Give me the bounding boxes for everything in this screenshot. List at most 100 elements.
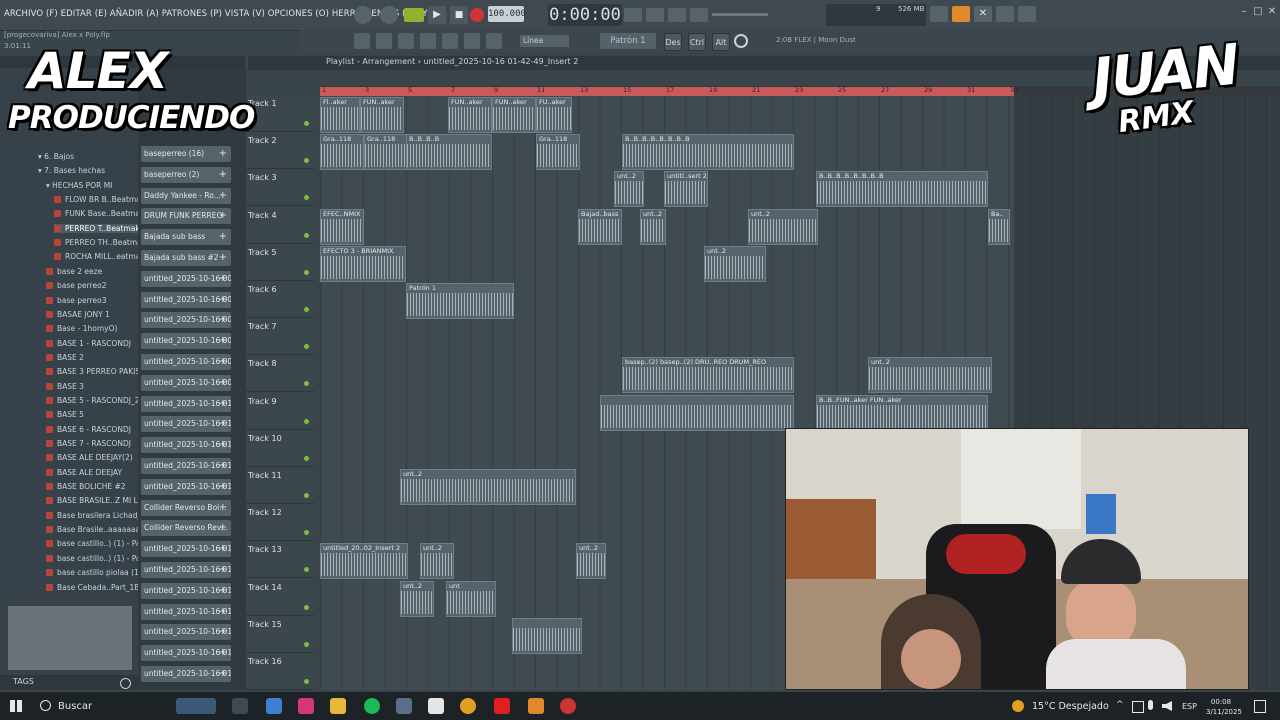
pattern-item[interactable]: untitled_2025-10-16 00... + [141, 354, 231, 370]
ctrl-button[interactable]: Ctrl [688, 33, 706, 51]
desc-button[interactable]: Des [664, 33, 682, 51]
stepseq-tool-icon[interactable] [420, 33, 436, 49]
record-button[interactable] [470, 8, 484, 22]
metronome-icon[interactable] [354, 6, 372, 24]
playlist-clip[interactable]: unt..2 [868, 357, 992, 394]
alt-button[interactable]: Alt [712, 33, 730, 51]
online-icon[interactable] [930, 6, 948, 22]
windows-start-icon[interactable] [10, 700, 22, 712]
pattern-item[interactable]: untitled_2025-10-16 00... + [141, 291, 231, 308]
add-pattern-icon[interactable]: + [219, 520, 227, 536]
track-header[interactable]: Track 11 [246, 468, 314, 504]
track-mute-led[interactable] [304, 158, 309, 164]
pattern-item[interactable]: untitled_2025-10-16 01... + [141, 562, 231, 578]
playlist-clip[interactable]: unt [446, 580, 496, 617]
arrow-tool-icon[interactable] [464, 33, 480, 49]
playlist-clip[interactable]: unt..2 [704, 245, 766, 282]
track-header[interactable]: Track 1 [246, 96, 314, 132]
playlist-clip[interactable]: Fl..aker [320, 97, 360, 133]
playlist-clip[interactable]: Gra..118 [536, 134, 580, 171]
track-header[interactable]: Track 5 [246, 245, 314, 281]
add-pattern-icon[interactable]: + [219, 541, 227, 557]
track-mute-led[interactable] [304, 455, 309, 461]
network-icon[interactable] [1132, 701, 1144, 713]
add-pattern-icon[interactable]: + [219, 396, 227, 412]
playlist-clip[interactable]: Bajad..bass [578, 208, 622, 245]
track-header[interactable]: Track 6 [246, 282, 314, 318]
add-pattern-icon[interactable]: + [219, 500, 227, 516]
add-pattern-icon[interactable]: + [219, 146, 227, 162]
spotify-icon[interactable] [364, 698, 380, 714]
playlist-clip[interactable] [600, 394, 794, 431]
undo-icon[interactable] [380, 6, 398, 24]
pattern-item[interactable]: Collider Reverso Rev... + [141, 520, 231, 537]
playlist-clip[interactable]: EFEC..NMIX [320, 208, 364, 245]
pattern-item[interactable]: untitled_2025-10-16 01... + [141, 645, 231, 662]
track-mute-led[interactable] [304, 307, 309, 312]
pattern-item[interactable]: untitled_2025-10-16 00... + [141, 312, 231, 329]
playlist-clip[interactable] [512, 617, 582, 654]
pattern-item[interactable]: untitled_2025-10-16 00... + [141, 333, 231, 350]
playlist-clip[interactable]: untitled_20..02_Insert 2 [320, 543, 408, 580]
add-pattern-icon[interactable]: + [219, 229, 227, 245]
browser-item[interactable]: base perreo3 [46, 296, 106, 305]
browser-item[interactable]: BASE ALE DEEJAY [46, 468, 122, 477]
chrome-icon[interactable] [460, 698, 476, 714]
playlist-clip[interactable]: Patrón 1 [406, 283, 514, 319]
playlist-clip[interactable]: B..B..B..B..B..B..B..B [816, 171, 988, 208]
playlist-clip[interactable]: unt..2 [614, 171, 644, 208]
browser-item[interactable]: base perreo2 [46, 281, 106, 290]
channel-rack-icon[interactable] [646, 8, 664, 22]
browser-item[interactable]: ▾ HECHAS POR MI [46, 181, 112, 190]
pattern-item[interactable]: untitled_2025-10-16 00... + [141, 374, 231, 391]
track-header[interactable]: Track 10 [246, 431, 314, 467]
playlist-clip[interactable]: B..B..B..B..B..B..B..B [622, 134, 794, 171]
track-mute-led[interactable] [304, 418, 309, 424]
playlist-clip[interactable]: untitl..sert 2 [664, 171, 708, 208]
master-volume-slider[interactable] [712, 13, 768, 16]
add-pattern-icon[interactable]: + [219, 250, 227, 266]
browser-item[interactable]: BASE 6 - RASCONDJ [46, 425, 131, 434]
add-pattern-icon[interactable]: + [219, 624, 227, 640]
playlist-clip[interactable]: unt..2 [640, 208, 666, 245]
close-tools-icon[interactable]: ✕ [974, 6, 992, 22]
pattern-item[interactable]: Bajada sub bass + [141, 229, 231, 246]
snap-mode-select[interactable]: Línea [520, 35, 569, 47]
playlist-tool-icon[interactable] [376, 33, 392, 49]
track-header[interactable]: Track 15 [246, 617, 314, 653]
browser-item[interactable]: PERREO T..Beatmaker [54, 223, 148, 233]
track-header[interactable]: Track 9 [246, 394, 314, 430]
gear-icon[interactable] [734, 34, 748, 48]
playlist-clip[interactable]: unt..2 [400, 469, 576, 505]
add-pattern-icon[interactable]: + [219, 562, 227, 578]
add-pattern-icon[interactable]: + [219, 645, 227, 661]
add-pattern-icon[interactable]: + [219, 583, 227, 599]
track-mute-led[interactable] [304, 381, 309, 387]
browser-item[interactable]: BASE 5 - RASCONDJ_2 [46, 396, 139, 405]
playlist-clip[interactable]: unt..2 [576, 543, 606, 580]
pattern-item[interactable]: untitled_2025-10-16 01... + [141, 458, 231, 474]
playlist-clip[interactable]: FUN..aker [448, 97, 492, 133]
playlist-clip[interactable]: FUN..aker [492, 97, 536, 133]
weather-icon[interactable] [1012, 700, 1024, 712]
playlist-clip[interactable]: Ba.. [988, 208, 1010, 245]
browser-item[interactable]: base 2 eeze [46, 267, 102, 276]
playlist-clip[interactable]: unt..2 [420, 543, 454, 580]
browser-item[interactable]: BASAE JONY 1 [46, 310, 110, 319]
track-mute-led[interactable] [304, 195, 309, 201]
stop-button[interactable]: ■ [450, 6, 468, 24]
browser-item[interactable]: ▾ 7. Bases hechas [38, 166, 105, 175]
piano-roll-icon[interactable] [668, 8, 686, 22]
add-pattern-icon[interactable]: + [219, 666, 227, 682]
track-mute-led[interactable] [304, 493, 309, 498]
pattern-item[interactable]: untitled_2025-10-16 01... + [141, 395, 231, 412]
notifications-icon[interactable] [1254, 700, 1266, 713]
browser-item[interactable]: Base brasilera Lichadj [46, 511, 139, 520]
widgets-icon[interactable] [176, 698, 216, 714]
browser-item[interactable]: Base Cebada..Part_1Bgdf [46, 583, 152, 592]
pattern-item[interactable]: untitled_2025-10-16 01... + [141, 416, 231, 433]
track-header[interactable]: Track 14 [246, 580, 314, 616]
fl-studio-icon[interactable] [528, 698, 544, 714]
track-mute-led[interactable] [304, 567, 309, 573]
track-mute-led[interactable] [304, 604, 309, 610]
